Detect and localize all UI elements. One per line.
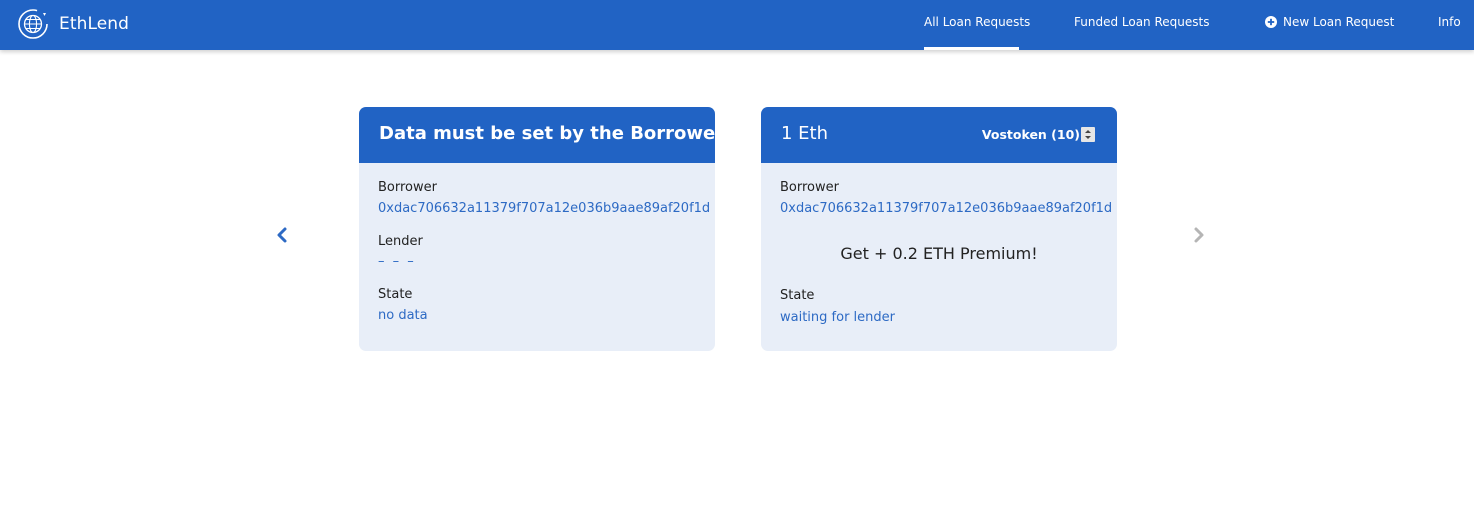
spinner-arrows-icon: [1081, 127, 1095, 142]
active-tab-underline: [924, 47, 1019, 50]
borrower-address[interactable]: 0xdac706632a11379f707a12e036b9aae89af20f…: [780, 201, 1112, 216]
token-select[interactable]: Vostoken (10): [982, 127, 1095, 142]
state-label: State: [378, 287, 413, 302]
card-header: 1 Eth Vostoken (10): [761, 107, 1117, 163]
borrower-label: Borrower: [378, 180, 437, 195]
borrower-address[interactable]: 0xdac706632a11379f707a12e036b9aae89af20f…: [378, 201, 710, 216]
brand-home-link[interactable]: EthLend: [17, 7, 129, 41]
token-select-value: Vostoken (10): [981, 127, 1080, 142]
tab-info-label: Info: [1438, 15, 1461, 29]
state-value: waiting for lender: [780, 310, 895, 325]
state-label: State: [780, 288, 815, 303]
top-navbar: EthLend All Loan Requests Funded Loan Re…: [0, 0, 1474, 50]
tab-info[interactable]: Info: [1438, 0, 1461, 50]
premium-offer-text: Get + 0.2 ETH Premium!: [840, 244, 1038, 263]
chevron-right-icon: [1194, 227, 1204, 243]
carousel-prev-button[interactable]: [274, 226, 290, 244]
tab-all-loan-requests[interactable]: All Loan Requests: [924, 0, 1030, 50]
loan-request-card[interactable]: 1 Eth Vostoken (10) Borrower 0xdac706632…: [761, 107, 1117, 351]
card-title: 1 Eth: [781, 123, 829, 144]
lender-value: – – –: [378, 254, 416, 269]
new-loan-request-button[interactable]: New Loan Request: [1265, 0, 1394, 50]
card-title: Data must be set by the Borrower: [379, 123, 715, 144]
new-loan-request-label: New Loan Request: [1283, 15, 1395, 29]
lender-label: Lender: [378, 234, 423, 249]
tab-funded-loan-requests[interactable]: Funded Loan Requests: [1074, 0, 1209, 50]
loan-request-card[interactable]: Data must be set by the Borrower Borrowe…: [359, 107, 715, 351]
state-value: no data: [378, 308, 428, 323]
chevron-left-icon: [277, 227, 287, 243]
tab-all-loan-requests-label: All Loan Requests: [924, 15, 1031, 29]
carousel-next-button[interactable]: [1191, 226, 1207, 244]
globe-logo-icon: [18, 9, 48, 39]
tab-funded-loan-requests-label: Funded Loan Requests: [1074, 15, 1210, 29]
borrower-label: Borrower: [780, 180, 839, 195]
brand-name: EthLend: [59, 14, 130, 34]
plus-circle-icon: [1265, 16, 1277, 28]
card-header: Data must be set by the Borrower: [359, 107, 715, 163]
